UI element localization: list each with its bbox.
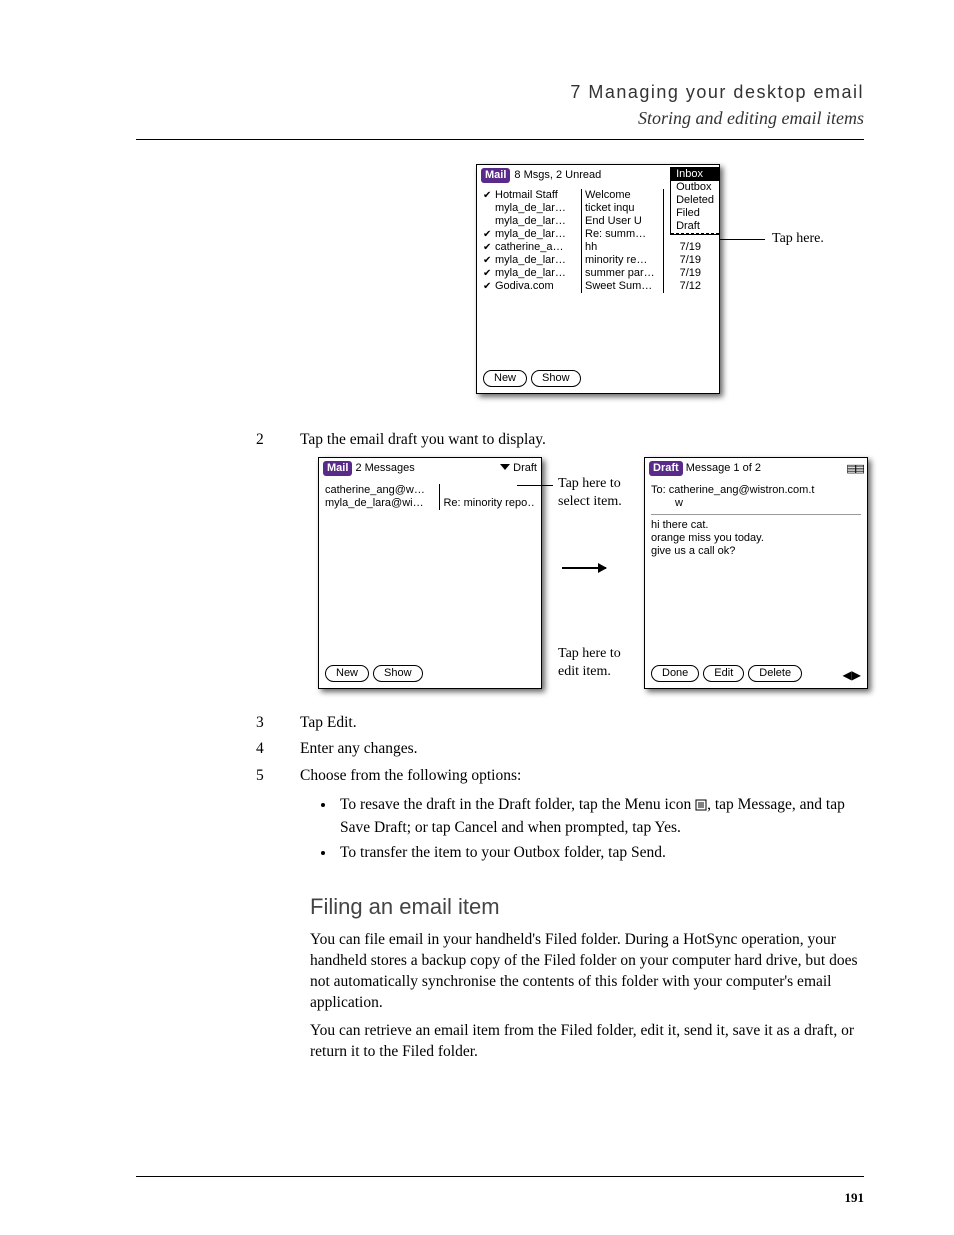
screenshot-draft-view: Draft Message 1 of 2 ▤▤ To: catherine_an… [644,457,868,689]
step-number-5: 5 [256,766,300,787]
body-line: hi there cat. [651,519,861,532]
rule-bottom [136,1176,864,1177]
callout-edit-item: Tap here to edit item. [558,645,628,683]
leader-line [719,239,765,240]
filing-p2: You can retrieve an email item from the … [310,1021,864,1063]
draft-badge: Draft [649,461,683,476]
page-number: 191 [845,1189,865,1207]
step-number-2: 2 [256,430,300,451]
rule-top [136,139,864,140]
body-line: orange miss you today. [651,532,861,545]
to-value: catherine_ang@wistron.com.t [669,484,815,496]
show-button[interactable]: Show [373,665,423,682]
folder-option-filed[interactable]: Filed [671,207,719,220]
screenshot-inbox: Mail 8 Msgs, 2 Unread Inbox Outbox Delet… [476,164,720,394]
message-row[interactable]: myla_de_lar…minority re…7/19 [483,254,715,267]
to-label: To: [651,484,666,496]
step-text-5: Choose from the following options: [300,766,521,787]
folder-option-draft[interactable]: Draft [671,220,719,234]
bullet-resave: To resave the draft in the Draft folder,… [336,795,864,839]
new-button[interactable]: New [325,665,369,682]
message-row[interactable]: catherine_a…hh7/19 [483,241,715,254]
folder-dropdown[interactable]: Inbox Outbox Deleted Filed Draft [670,167,720,235]
to-value-cont: w [651,497,861,510]
folder-selector[interactable]: Draft [500,462,537,475]
step-number-4: 4 [256,739,300,760]
heading-filing: Filing an email item [310,892,864,922]
callout-select-item: Tap here to select item. [558,475,628,513]
message-row[interactable]: Godiva.comSweet Sum…7/12 [483,280,715,293]
folder-option-deleted[interactable]: Deleted [671,194,719,207]
draft-row[interactable]: catherine_ang@w… [325,484,535,497]
step-number-3: 3 [256,713,300,734]
edit-button[interactable]: Edit [703,665,744,682]
screenshot-draft-list: Mail 2 Messages Draft catherine_ang@w…my… [318,457,542,689]
message-row[interactable]: myla_de_lar…summer par…7/19 [483,267,715,280]
draft-msg-count: Message 1 of 2 [686,462,761,474]
draft-status: 2 Messages [355,462,414,474]
step-text-2: Tap the email draft you want to display. [300,430,546,451]
step-text-4: Enter any changes. [300,739,418,760]
show-button[interactable]: Show [531,370,581,387]
folder-option-inbox[interactable]: Inbox [671,168,719,181]
new-button[interactable]: New [483,370,527,387]
draft-row[interactable]: myla_de_lara@wi…Re: minority repo… [325,497,535,510]
folder-option-outbox[interactable]: Outbox [671,181,719,194]
prev-next-arrows[interactable]: ◀▶ [843,669,861,682]
mail-status: 8 Msgs, 2 Unread [514,169,601,182]
leader-line [517,485,553,486]
done-button[interactable]: Done [651,665,699,682]
menu-icon [695,797,707,818]
callout-tap-here: Tap here. [772,230,824,249]
mail-badge: Mail [481,168,510,183]
step-text-3: Tap Edit. [300,713,357,734]
chapter-title: 7 Managing your desktop email [136,80,864,104]
filing-p1: You can file email in your handheld's Fi… [310,930,864,1014]
delete-button[interactable]: Delete [748,665,802,682]
section-title: Storing and editing email items [136,106,864,130]
scroll-icon[interactable]: ▤▤ [846,463,863,476]
bullet-send: To transfer the item to your Outbox fold… [336,843,864,864]
mail-badge: Mail [323,461,352,476]
body-line: give us a call ok? [651,545,861,558]
arrow-icon [562,567,606,569]
